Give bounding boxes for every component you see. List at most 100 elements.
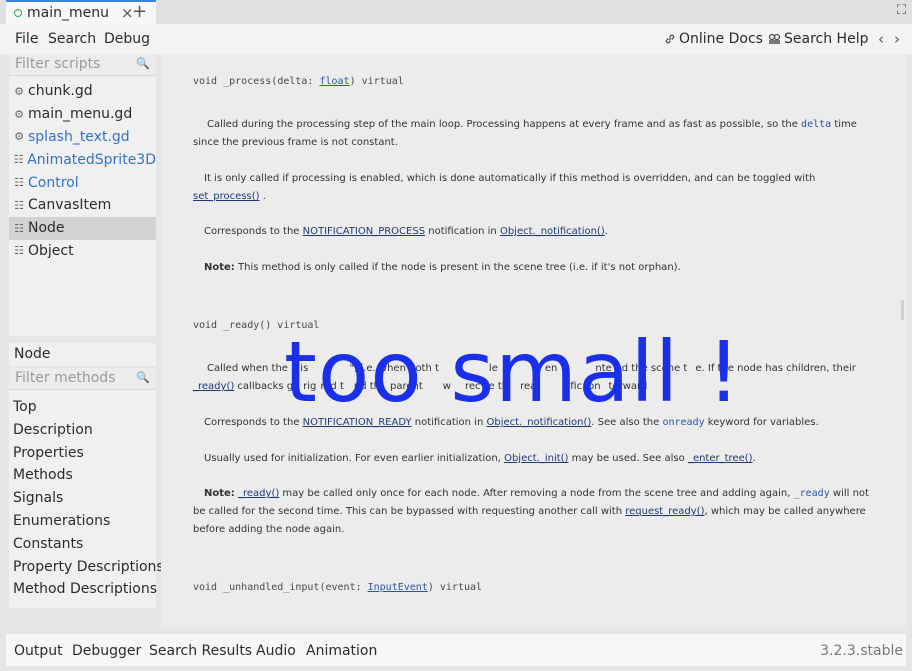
set-process-link[interactable]: set_process() <box>193 191 260 202</box>
ready-note-link[interactable]: _ready() <box>238 488 279 499</box>
object-notification-link[interactable]: Object._notification() <box>500 226 605 237</box>
process-note: Note: This method is only called if the … <box>204 259 884 277</box>
version-label: 3.2.3.stable <box>820 643 903 659</box>
filter-scripts-placeholder: Filter scripts <box>15 56 101 72</box>
tab-title: main_menu <box>27 5 109 21</box>
script-item[interactable]: ☷ CanvasItem <box>9 194 156 217</box>
menu-file[interactable]: File <box>15 31 38 47</box>
filter-methods-placeholder: Filter methods <box>15 370 116 386</box>
ready-init-end: . <box>752 453 756 464</box>
object-init-link[interactable]: Object._init() <box>504 453 568 464</box>
expand-icon[interactable]: ⛶ <box>897 3 906 18</box>
ready-link[interactable]: _ready() <box>193 381 234 392</box>
method-section-item[interactable]: Method Descriptions <box>9 579 169 602</box>
class-icon: ☷ <box>14 221 24 235</box>
script-item-label: Node <box>28 220 65 237</box>
methods-panel: Filter methods 🔍 Top Description Propertie… <box>9 368 164 608</box>
search-help-icon <box>768 33 781 44</box>
too-small-overlay: too small ! <box>284 323 742 421</box>
process-notif-text-2: notification in <box>425 226 500 237</box>
method-section-item[interactable]: Description <box>9 420 169 443</box>
menu-debug[interactable]: Debug <box>104 31 150 47</box>
filter-scripts-input[interactable]: Filter scripts 🔍 <box>9 54 156 76</box>
online-docs-label: Online Docs <box>679 31 763 47</box>
script-item-label: Object <box>28 242 74 259</box>
doc-scrollbar[interactable] <box>901 300 904 320</box>
process-notif-end: . <box>604 226 608 237</box>
search-help-button[interactable]: Search Help <box>768 31 868 47</box>
process-sig-open: (delta: <box>271 76 320 87</box>
script-item[interactable]: ☷ Control <box>9 171 156 194</box>
process-notification-paragraph: Corresponds to the NOTIFICATION_PROCESS … <box>204 223 884 241</box>
script-item[interactable]: ⚙ main_menu.gd <box>9 103 156 126</box>
script-item[interactable]: ⚙ chunk.gd <box>9 80 156 103</box>
class-icon: ☷ <box>14 198 24 212</box>
process-return-type: void <box>193 76 218 87</box>
online-docs-button[interactable]: Online Docs <box>664 31 763 47</box>
script-item-label: chunk.gd <box>28 83 93 100</box>
script-item[interactable]: ☷ Node <box>9 216 156 240</box>
method-section-item[interactable]: Constants <box>9 534 169 557</box>
class-icon: ☷ <box>14 244 24 258</box>
process-enabled-text: It is only called if processing is enabl… <box>204 173 816 184</box>
inputevent-type-link[interactable]: InputEvent <box>368 582 428 593</box>
request-ready-link[interactable]: request_ready() <box>625 506 704 517</box>
class-icon: ☷ <box>13 153 24 167</box>
unhandled-method-name: _unhandled_input <box>223 582 320 593</box>
ready-init-text-2: may be used. See also <box>568 453 688 464</box>
method-section-item[interactable]: Methods <box>9 465 169 488</box>
method-section-item[interactable]: Top <box>9 397 169 420</box>
script-item[interactable]: ☷ AnimatedSprite3D <box>9 148 156 171</box>
search-help-label: Search Help <box>784 31 869 47</box>
ready-init-text: Usually used for initialization. For eve… <box>204 453 505 464</box>
ready-desc-1: Called when the <box>207 363 292 374</box>
ready-note: Note: _ready() may be called only once f… <box>193 485 873 539</box>
script-item-label: splash_text.gd <box>28 128 130 145</box>
process-method-name: _process <box>223 76 272 87</box>
method-section-item[interactable]: Property Descriptions <box>9 557 169 580</box>
script-item-label: CanvasItem <box>28 197 112 214</box>
delta-code: delta <box>801 119 832 130</box>
script-item-label: main_menu.gd <box>28 106 133 123</box>
bottom-tab-output[interactable]: Output <box>14 643 63 659</box>
process-description: Called during the processing step of the… <box>193 116 873 152</box>
method-section-item[interactable]: Enumerations <box>9 511 169 534</box>
process-desc-text: Called during the processing step of the… <box>207 119 802 130</box>
bottom-tab-debugger[interactable]: Debugger <box>72 643 141 659</box>
filter-methods-input[interactable]: Filter methods 🔍 <box>9 368 156 390</box>
gear-icon: ⚙ <box>14 130 24 144</box>
menu-search[interactable]: Search <box>48 31 96 47</box>
class-header: Node <box>9 343 156 366</box>
ready-note-label: Note: <box>204 488 235 499</box>
enter-tree-link[interactable]: _enter_tree() <box>688 453 753 464</box>
link-icon <box>665 34 675 44</box>
next-arrow-icon[interactable]: › <box>894 30 900 48</box>
script-item-label: Control <box>28 174 79 191</box>
method-section-item[interactable]: Signals <box>9 488 169 511</box>
bottom-tab-audio[interactable]: Audio <box>256 643 296 659</box>
ready-note-code: _ready <box>793 488 830 499</box>
script-item[interactable]: ☷ Object <box>9 240 156 263</box>
process-signature: void _process(delta: float) virtual <box>193 76 404 87</box>
bottom-tab-animation[interactable]: Animation <box>306 643 377 659</box>
add-tab-icon[interactable]: + <box>132 1 147 22</box>
scripts-list: ⚙ chunk.gd ⚙ main_menu.gd ⚙ splash_text.gd ☷ An… <box>9 80 156 262</box>
class-icon: ☷ <box>14 176 24 190</box>
script-item[interactable]: ⚙ splash_text.gd <box>9 126 156 149</box>
scripts-panel: Filter scripts 🔍 ⚙ chunk.gd ⚙ main_menu.gd ⚙… <box>9 54 156 336</box>
ready-return-type: void <box>193 320 218 331</box>
methods-list: Top Description Properties Methods Signals En… <box>9 397 169 602</box>
ready-method-name: _ready <box>223 320 260 331</box>
ready-note-text: may be called only once for each node. A… <box>279 488 794 499</box>
unhandled-sig-close: ) virtual <box>427 582 483 593</box>
unhandled-sig-open: (event: <box>319 582 368 593</box>
process-enabled-end: . <box>259 191 266 202</box>
tab-bar: main_menu × + ⛶ <box>0 0 912 24</box>
script-item-label: AnimatedSprite3D <box>27 151 156 168</box>
notification-process-link[interactable]: NOTIFICATION_PROCESS <box>303 226 425 237</box>
prev-arrow-icon[interactable]: ‹ <box>878 30 884 48</box>
bottom-tab-search-results[interactable]: Search Results <box>149 643 252 659</box>
float-type-link[interactable]: float <box>319 76 349 87</box>
process-notif-text: Corresponds to the <box>204 226 303 237</box>
method-section-item[interactable]: Properties <box>9 443 169 466</box>
